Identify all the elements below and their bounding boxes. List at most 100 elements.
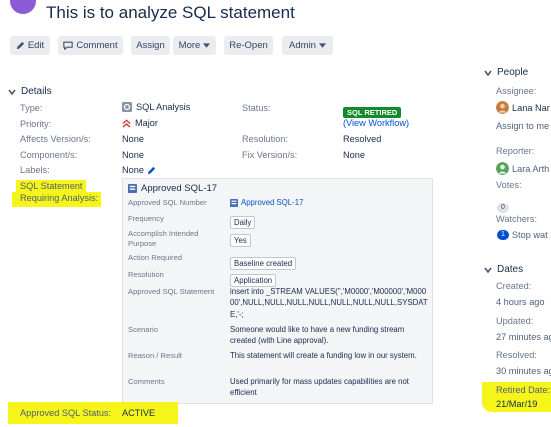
fix-version-value: None: [343, 150, 365, 160]
approved-sql-icon: [128, 184, 137, 193]
created-label: Created:: [496, 281, 532, 291]
chevron-down-icon: [203, 43, 211, 48]
component-value: None: [122, 150, 144, 160]
edit-labels-pencil-icon[interactable]: [147, 166, 156, 175]
panel-value-approved-sql-number: Approved SQL-17: [230, 197, 303, 208]
votes-count-badge[interactable]: 0: [497, 196, 509, 214]
sql-analysis-type-icon: [122, 102, 132, 112]
approved-sql-status-value: ACTIVE: [122, 408, 156, 418]
reopen-button[interactable]: Re-Open: [224, 36, 273, 55]
issue-title: This is to analyze SQL statement: [46, 3, 295, 22]
panel-label-resolution: Resolution: [128, 270, 164, 279]
edit-button[interactable]: Edit: [10, 36, 50, 55]
more-button[interactable]: More: [173, 36, 216, 55]
comment-button[interactable]: Comment: [58, 36, 123, 55]
watchers-label: Watchers:: [496, 214, 538, 224]
approved-sql-panel-title-text: Approved SQL-17: [141, 183, 218, 194]
labels-value: None: [122, 165, 156, 175]
assignee-avatar: [496, 101, 509, 114]
retired-date-label: Retired Date:: [496, 385, 551, 395]
edit-button-label: Edit: [27, 40, 45, 51]
sql-statement-label-line2: Requiring Analysis:: [12, 192, 102, 207]
resolved-value: 30 minutes ag: [496, 366, 551, 376]
resolution-value: Resolved: [343, 134, 382, 144]
chevron-down-icon: [8, 89, 16, 95]
priority-value-text: Major: [135, 118, 158, 128]
priority-value: Major: [122, 118, 158, 128]
reporter-name: Lara Arth: [512, 163, 550, 174]
assignee-value[interactable]: Lana Nar: [496, 101, 550, 114]
panel-label-reason-result: Reason / Result: [128, 351, 183, 360]
chevron-down-icon: [318, 43, 326, 48]
people-section-toggle[interactable]: People: [484, 67, 528, 78]
panel-label-action-required: Action Required: [128, 253, 183, 262]
panel-value-approved-sql-statement: insert into _STREAM VALUES('','M0000','M…: [230, 287, 428, 319]
panel-label-accomplish-purpose: Accomplish Intended Purpose: [128, 229, 199, 249]
type-value-text: SQL Analysis: [136, 102, 191, 112]
type-label: Type:: [20, 103, 43, 113]
watchers-row: 1 Stop wat: [497, 230, 548, 240]
assignee-name: Lana Nar: [512, 102, 550, 113]
pencil-icon: [16, 41, 24, 50]
approved-sql-panel: Approved SQL-17 Approved SQL Number Appr…: [122, 178, 433, 404]
reporter-value[interactable]: Lara Arth: [496, 162, 549, 175]
retired-date-value: 21/Mar/19: [496, 399, 538, 409]
panel-value-frequency: Daily: [230, 212, 256, 230]
approved-sql-status-label: Approved SQL Status:: [20, 408, 112, 418]
panel-label-frequency: Frequency: [128, 214, 164, 223]
project-avatar-icon[interactable]: [10, 0, 36, 14]
reporter-avatar: [496, 162, 509, 175]
panel-label-approved-sql-number: Approved SQL Number: [128, 198, 207, 207]
dates-section-toggle[interactable]: Dates: [484, 264, 523, 275]
updated-label: Updated:: [496, 316, 534, 326]
created-value: 4 hours ago: [496, 297, 545, 307]
details-section-toggle[interactable]: Details: [8, 86, 52, 97]
chevron-down-icon: [484, 267, 492, 273]
panel-label-approved-sql-statement: Approved SQL Statement: [128, 287, 215, 296]
assignee-label: Assignee:: [496, 86, 537, 96]
affects-version-value: None: [122, 134, 144, 144]
type-value: SQL Analysis: [122, 102, 190, 112]
panel-value-accomplish-purpose: Yes: [230, 230, 251, 248]
sql-statement-label-line1: SQL Statement: [16, 180, 87, 192]
action-required-pill: Baseline created: [230, 257, 297, 270]
assign-button[interactable]: Assign: [131, 36, 170, 55]
frequency-pill: Daily: [230, 216, 256, 229]
updated-value: 27 minutes ag: [496, 332, 551, 342]
panel-value-scenario: Someone would like to have a new funding…: [230, 325, 405, 346]
comment-button-label: Comment: [76, 40, 118, 51]
labels-value-text: None: [122, 165, 144, 175]
admin-button-label: Admin: [289, 40, 316, 51]
assign-button-label: Assign: [136, 40, 165, 51]
votes-label: Votes:: [496, 180, 522, 190]
labels-label: Labels:: [20, 165, 50, 175]
admin-button[interactable]: Admin: [282, 36, 333, 55]
view-workflow-link[interactable]: (View Workflow): [343, 118, 409, 128]
panel-label-scenario: Scenario: [128, 325, 158, 334]
affects-version-label: Affects Version/s:: [20, 134, 91, 144]
panel-value-reason-result: This statement will create a funding low…: [230, 351, 417, 360]
status-label: Status:: [242, 103, 271, 113]
chevron-down-icon: [484, 70, 492, 76]
people-heading: People: [497, 67, 529, 78]
accomplish-purpose-pill: Yes: [230, 234, 251, 247]
comment-icon: [63, 41, 74, 50]
reopen-button-label: Re-Open: [229, 40, 268, 51]
reporter-label: Reporter:: [496, 146, 535, 156]
approved-sql-icon: [230, 198, 238, 207]
stop-watching-link[interactable]: Stop wat: [512, 230, 548, 240]
panel-value-comments: Used primarily for mass updates capabili…: [230, 377, 409, 398]
votes-count: 0: [497, 203, 509, 213]
priority-major-icon: [122, 118, 131, 128]
dates-heading: Dates: [497, 264, 524, 275]
assign-to-me-link[interactable]: Assign to me: [496, 121, 549, 131]
resolved-label: Resolved:: [496, 350, 537, 360]
watchers-count[interactable]: 1: [497, 230, 509, 240]
details-heading: Details: [21, 86, 52, 97]
fix-version-label: Fix Version/s:: [242, 150, 298, 160]
resolution-label: Resolution:: [242, 134, 288, 144]
panel-value-action-required: Baseline created: [230, 253, 297, 271]
more-button-label: More: [178, 40, 201, 51]
priority-label: Priority:: [20, 119, 52, 129]
approved-sql-number-link[interactable]: Approved SQL-17: [241, 197, 303, 208]
